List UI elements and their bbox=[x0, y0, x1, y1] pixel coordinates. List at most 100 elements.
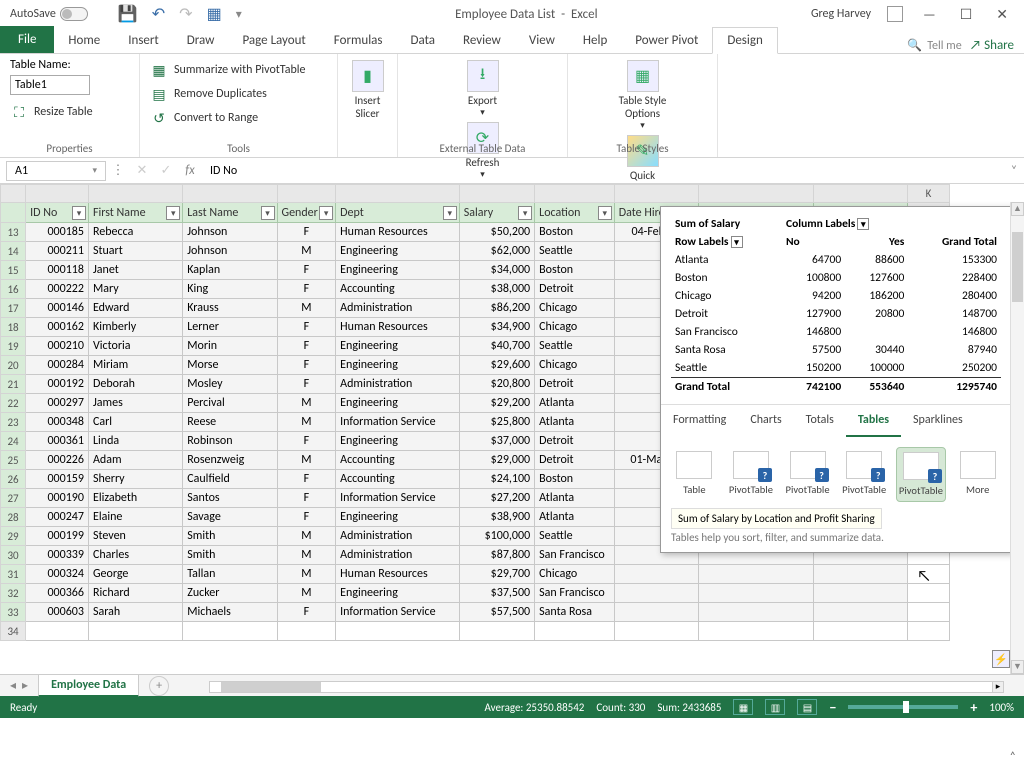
qa-item-pivottable-3[interactable]: ?PivotTable bbox=[839, 447, 890, 502]
scroll-down-icon[interactable]: ▼ bbox=[1011, 660, 1024, 674]
save-icon[interactable]: 💾 bbox=[118, 4, 138, 24]
tab-home[interactable]: Home bbox=[54, 28, 114, 53]
column-header[interactable]: First Name▾ bbox=[88, 203, 182, 223]
row-header[interactable]: 32 bbox=[1, 584, 26, 603]
qa-item-table-0[interactable]: Table bbox=[669, 447, 720, 502]
filter-dropdown-icon[interactable]: ▾ bbox=[261, 206, 275, 220]
filter-dropdown-icon[interactable]: ▾ bbox=[319, 206, 333, 220]
vscroll-thumb[interactable] bbox=[1012, 232, 1023, 302]
row-header[interactable]: 26 bbox=[1, 470, 26, 489]
hscroll-thumb[interactable] bbox=[221, 682, 321, 692]
qa-tab-charts[interactable]: Charts bbox=[738, 405, 793, 437]
qa-tab-tables[interactable]: Tables bbox=[846, 405, 901, 437]
user-name[interactable]: Greg Harvey bbox=[811, 7, 871, 21]
sheet-nav-prev-icon[interactable]: ◂ bbox=[10, 678, 16, 693]
user-avatar-icon[interactable] bbox=[887, 6, 903, 22]
row-header[interactable]: 27 bbox=[1, 489, 26, 508]
minimize-icon[interactable]: — bbox=[919, 6, 940, 23]
view-page-break-icon[interactable]: ▤ bbox=[797, 699, 817, 715]
export-button[interactable]: ⭳ Export▾ bbox=[408, 58, 557, 120]
column-header[interactable]: Gender▾ bbox=[277, 203, 336, 223]
zoom-out-button[interactable]: − bbox=[829, 699, 836, 716]
tab-formulas[interactable]: Formulas bbox=[320, 28, 397, 53]
qa-item-pivottable-1[interactable]: ?PivotTable bbox=[726, 447, 777, 502]
filter-dropdown-icon[interactable]: ▾ bbox=[598, 206, 612, 220]
quick-analysis-button[interactable]: ⚡ bbox=[992, 650, 1010, 668]
column-header[interactable]: Salary▾ bbox=[459, 203, 534, 223]
tab-file[interactable]: File bbox=[0, 26, 54, 53]
qa-item-more-5[interactable]: More bbox=[952, 447, 1003, 502]
collapse-ribbon-icon[interactable]: ˄ bbox=[1010, 750, 1016, 764]
row-header[interactable]: 21 bbox=[1, 375, 26, 394]
add-sheet-button[interactable]: + bbox=[149, 676, 169, 696]
filter-dropdown-icon[interactable]: ▾ bbox=[166, 206, 180, 220]
tab-insert[interactable]: Insert bbox=[114, 28, 173, 53]
hscroll-right-icon[interactable]: ▸ bbox=[992, 681, 1004, 693]
row-header[interactable]: 22 bbox=[1, 394, 26, 413]
row-header[interactable]: 30 bbox=[1, 546, 26, 565]
autosave-switch-icon[interactable] bbox=[60, 7, 88, 21]
tab-data[interactable]: Data bbox=[397, 28, 450, 53]
maximize-icon[interactable]: ☐ bbox=[956, 6, 977, 23]
enter-formula-icon[interactable]: ✓ bbox=[154, 163, 178, 178]
view-normal-icon[interactable]: ▦ bbox=[733, 699, 753, 715]
vertical-scrollbar[interactable]: ▲ ▼ bbox=[1010, 202, 1024, 674]
row-header[interactable]: 17 bbox=[1, 299, 26, 318]
name-box[interactable]: A1▾ bbox=[6, 161, 106, 181]
zoom-slider[interactable] bbox=[848, 705, 958, 709]
row-header[interactable]: 13 bbox=[1, 223, 26, 242]
resize-table-button[interactable]: ⛶ Resize Table bbox=[10, 103, 129, 121]
share-button[interactable]: ↗ Share bbox=[970, 38, 1014, 53]
qa-tab-totals[interactable]: Totals bbox=[794, 405, 846, 437]
tab-review[interactable]: Review bbox=[449, 28, 515, 53]
tell-me-search[interactable]: 🔍 Tell me bbox=[907, 38, 961, 53]
row-header[interactable]: 24 bbox=[1, 432, 26, 451]
close-icon[interactable]: ✕ bbox=[992, 6, 1012, 23]
tab-power-pivot[interactable]: Power Pivot bbox=[621, 28, 712, 53]
row-header[interactable]: 33 bbox=[1, 603, 26, 622]
column-header[interactable]: ID No▾ bbox=[26, 203, 89, 223]
row-header[interactable]: 20 bbox=[1, 356, 26, 375]
remove-duplicates-button[interactable]: ▤Remove Duplicates bbox=[150, 85, 327, 103]
worksheet-grid[interactable]: KID No▾First Name▾Last Name▾Gender▾Dept▾… bbox=[0, 184, 1024, 674]
row-header[interactable]: 28 bbox=[1, 508, 26, 527]
sheet-nav-next-icon[interactable]: ▸ bbox=[22, 678, 28, 693]
filter-dropdown-icon[interactable]: ▾ bbox=[518, 206, 532, 220]
tab-design[interactable]: Design bbox=[712, 27, 777, 54]
zoom-in-button[interactable]: + bbox=[970, 699, 977, 716]
fx-icon[interactable]: fx bbox=[178, 163, 202, 178]
insert-slicer-button[interactable]: ▮ Insert Slicer bbox=[344, 58, 392, 122]
qa-tab-formatting[interactable]: Formatting bbox=[661, 405, 738, 437]
filter-dropdown-icon[interactable]: ▾ bbox=[72, 206, 86, 220]
table-name-input[interactable] bbox=[10, 75, 90, 95]
touch-mode-icon[interactable]: ▦ bbox=[207, 4, 222, 24]
row-header[interactable]: 18 bbox=[1, 318, 26, 337]
pivot-row-dropdown-icon[interactable]: ▾ bbox=[731, 236, 743, 248]
row-header[interactable]: 25 bbox=[1, 451, 26, 470]
column-header[interactable]: Location▾ bbox=[535, 203, 615, 223]
row-header[interactable]: 15 bbox=[1, 261, 26, 280]
cancel-formula-icon[interactable]: ✕ bbox=[130, 163, 154, 178]
qa-tab-sparklines[interactable]: Sparklines bbox=[901, 405, 975, 437]
filter-dropdown-icon[interactable]: ▾ bbox=[443, 206, 457, 220]
row-header[interactable]: 29 bbox=[1, 527, 26, 546]
table-style-options-button[interactable]: ▦ Table Style Options▾ bbox=[578, 58, 707, 133]
formula-more-icon[interactable]: ⋮ bbox=[106, 163, 130, 178]
column-header[interactable]: Last Name▾ bbox=[183, 203, 277, 223]
sheet-tab-employee-data[interactable]: Employee Data bbox=[38, 674, 139, 697]
undo-icon[interactable]: ↶ bbox=[152, 4, 165, 24]
column-header[interactable]: Dept▾ bbox=[336, 203, 460, 223]
summarize-pivottable-button[interactable]: ▦Summarize with PivotTable bbox=[150, 61, 327, 79]
zoom-thumb[interactable] bbox=[903, 701, 909, 713]
tab-help[interactable]: Help bbox=[569, 28, 621, 53]
row-header[interactable]: 23 bbox=[1, 413, 26, 432]
tab-view[interactable]: View bbox=[515, 28, 569, 53]
redo-icon[interactable]: ↷ bbox=[179, 4, 192, 24]
expand-formula-icon[interactable]: ˅ bbox=[1004, 164, 1024, 178]
tab-draw[interactable]: Draw bbox=[173, 28, 229, 53]
qa-item-pivottable-4[interactable]: ?PivotTable bbox=[896, 447, 947, 502]
scroll-up-icon[interactable]: ▲ bbox=[1011, 202, 1024, 216]
qa-item-pivottable-2[interactable]: ?PivotTable bbox=[782, 447, 833, 502]
row-header[interactable]: 19 bbox=[1, 337, 26, 356]
convert-range-button[interactable]: ↺Convert to Range bbox=[150, 109, 327, 127]
